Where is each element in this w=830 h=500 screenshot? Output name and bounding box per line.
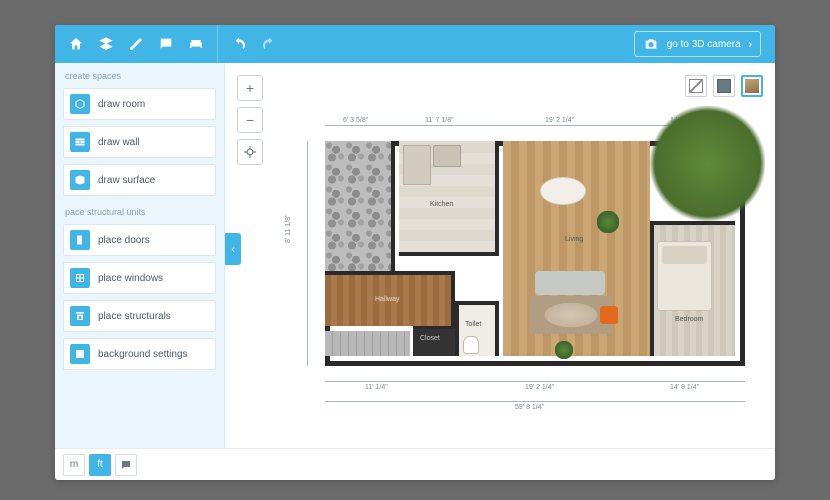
home-icon-button[interactable] xyxy=(61,25,91,63)
dim-bottom-1: 11' 1/4" xyxy=(365,384,388,391)
plant-small[interactable] xyxy=(555,341,573,359)
kitchen-counter[interactable] xyxy=(403,145,431,185)
toilet-fixture[interactable] xyxy=(463,336,479,354)
top-toolbar: go to 3D camera › xyxy=(55,25,775,63)
undo-button[interactable] xyxy=(224,25,254,63)
go-to-3d-label: go to 3D camera xyxy=(667,39,741,50)
chat-icon-button[interactable] xyxy=(151,25,181,63)
tool-draw-wall[interactable]: draw wall xyxy=(63,126,216,158)
dim-bottom-3: 14' 8 1/4" xyxy=(670,384,699,391)
garden-tree[interactable] xyxy=(650,106,765,221)
solid-swatch-icon xyxy=(717,79,731,93)
wall-icon xyxy=(70,132,90,152)
tool-draw-room[interactable]: draw room xyxy=(63,88,216,120)
dining-table[interactable] xyxy=(540,177,586,205)
history-group xyxy=(218,25,290,63)
minus-icon: − xyxy=(246,112,254,128)
mode-group xyxy=(55,25,217,63)
armchair[interactable] xyxy=(600,306,618,324)
zoom-in-button[interactable]: + xyxy=(237,75,263,101)
camera-icon xyxy=(643,36,659,52)
tool-place-windows[interactable]: place windows xyxy=(63,262,216,294)
chevron-left-icon: ‹ xyxy=(231,244,234,255)
sofa[interactable] xyxy=(535,271,605,295)
line-swatch-icon xyxy=(689,79,703,93)
app-body: create spaces draw room draw wall draw s… xyxy=(55,63,775,448)
settings-icon xyxy=(70,344,90,364)
furniture-icon-button[interactable] xyxy=(181,25,211,63)
dim-left: 8' 11 1/8" xyxy=(285,214,292,243)
kitchen-stove[interactable] xyxy=(433,145,461,167)
tool-draw-surface[interactable]: draw surface xyxy=(63,164,216,196)
zoom-out-button[interactable]: − xyxy=(237,107,263,133)
view-solid-button[interactable] xyxy=(713,75,735,97)
tool-place-doors[interactable]: place doors xyxy=(63,224,216,256)
plus-icon: + xyxy=(246,80,254,96)
surface-icon xyxy=(70,170,90,190)
texture-swatch-icon xyxy=(745,79,759,93)
app-window: go to 3D camera › create spaces draw roo… xyxy=(55,25,775,480)
chevron-right-icon: › xyxy=(749,39,752,50)
unit-meters-button[interactable]: m xyxy=(63,454,85,476)
layers-icon-button[interactable] xyxy=(91,25,121,63)
room-entry[interactable] xyxy=(325,141,395,271)
bottom-bar: m ft xyxy=(55,448,775,480)
dim-top-2: 11' 7 1/8" xyxy=(425,117,454,124)
redo-button[interactable] xyxy=(254,25,284,63)
build-icon-button[interactable] xyxy=(121,25,151,63)
dim-bottom-total: 59' 8 1/4" xyxy=(515,404,544,411)
stairs[interactable] xyxy=(325,331,410,356)
unit-feet-button[interactable]: ft xyxy=(89,454,111,476)
crosshair-icon xyxy=(243,145,257,159)
bed[interactable] xyxy=(657,241,712,311)
speech-bubble-icon xyxy=(120,459,132,471)
room-closet[interactable] xyxy=(413,326,455,356)
zoom-controls: + − xyxy=(237,75,263,165)
dim-top-3: 19' 2 1/4" xyxy=(545,117,574,124)
fireplace-icon xyxy=(70,306,90,326)
view-texture-button[interactable] xyxy=(741,75,763,97)
room-hallway[interactable] xyxy=(325,271,455,326)
view-line-button[interactable] xyxy=(685,75,707,97)
dim-bottom-2: 19' 2 1/4" xyxy=(525,384,554,391)
center-button[interactable] xyxy=(237,139,263,165)
cube-icon xyxy=(70,94,90,114)
floorplan[interactable]: Kitchen Hallway Closet Toilet Living Bed… xyxy=(325,141,745,366)
tools-sidebar: create spaces draw room draw wall draw s… xyxy=(55,63,225,448)
door-icon xyxy=(70,230,90,250)
tool-place-structurals[interactable]: place structurals xyxy=(63,300,216,332)
window-icon xyxy=(70,268,90,288)
section-title-structural: pace structural units xyxy=(55,199,224,221)
floorplan-canvas[interactable]: + − 6' 3 5/8" 11' 7 1/8" 19' 2 1/4" 14' … xyxy=(225,63,775,448)
tool-background-settings[interactable]: background settings xyxy=(63,338,216,370)
collapse-sidebar-button[interactable]: ‹ xyxy=(225,233,241,265)
plant[interactable] xyxy=(597,211,619,233)
comment-button[interactable] xyxy=(115,454,137,476)
go-to-3d-button[interactable]: go to 3D camera › xyxy=(634,31,761,57)
section-title-spaces: create spaces xyxy=(55,63,224,85)
view-mode-controls xyxy=(685,75,763,97)
dim-top-1: 6' 3 5/8" xyxy=(343,117,368,124)
